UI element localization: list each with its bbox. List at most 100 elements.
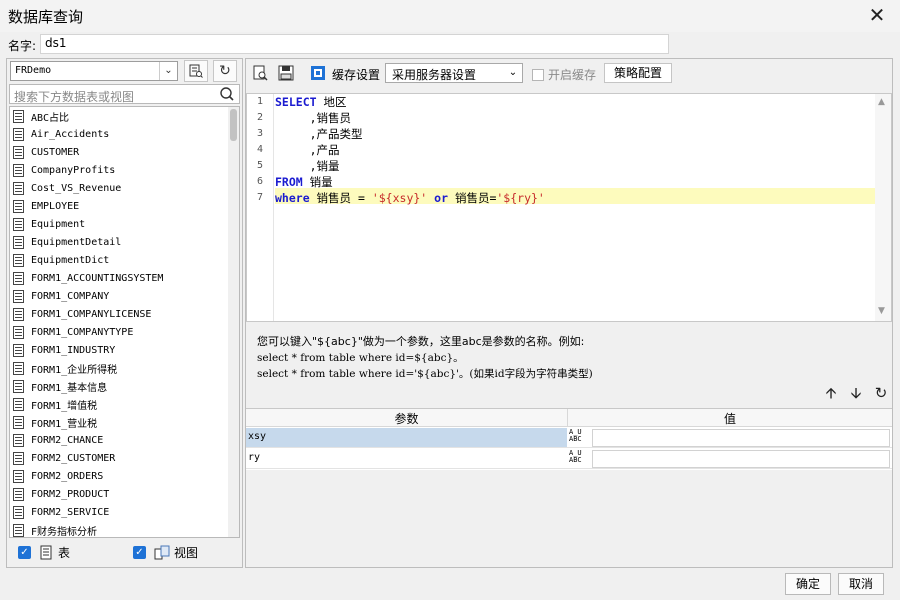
arrow-up-icon[interactable]: 🡩 (822, 384, 840, 402)
cancel-button[interactable]: 取消 (838, 573, 884, 595)
row-background (246, 428, 567, 447)
search-placeholder: 搜索下方数据表或视图 (14, 90, 135, 104)
table-list[interactable]: ABC占比 Air_Accidents CUSTOMER CompanyProfits… (9, 106, 240, 538)
parameter-row[interactable]: ry A̲U ABC (246, 449, 892, 469)
scroll-down-icon[interactable]: ▼ (878, 306, 885, 316)
list-scrollbar[interactable] (228, 107, 239, 537)
list-item[interactable]: FORM2_ORDERS (13, 467, 103, 485)
window-title: 数据库查询 (8, 8, 84, 26)
sql-editor[interactable]: 1234567 SELECT 地区 ,销售员 ,产品类型 ,产品 ,销量 FROM… (246, 93, 892, 322)
preview-icon[interactable] (252, 65, 268, 81)
table-icon (13, 433, 24, 447)
table-icon (13, 415, 24, 429)
parameter-name[interactable]: ry (248, 452, 260, 463)
sql-text: ,销售员 (275, 111, 352, 125)
arrow-down-icon[interactable]: 🡫 (847, 384, 865, 402)
show-tables-label: 表 (58, 546, 71, 560)
hint-line-2: select * from table where id=${abc}。 (257, 352, 464, 364)
table-name: FORM1_基本信息 (31, 382, 108, 394)
list-item[interactable]: CUSTOMER (13, 143, 79, 161)
list-item[interactable]: FORM1_COMPANY (13, 287, 109, 305)
list-item[interactable]: FORM1_营业税 (13, 413, 97, 431)
scroll-up-icon[interactable]: ▲ (878, 97, 885, 107)
parameter-row[interactable]: xsy A̲U ABC (246, 428, 892, 448)
title-bar: 数据库查询 ✕ (0, 0, 900, 32)
row-background (246, 449, 567, 468)
code-line: ,产品类型 (275, 126, 363, 142)
sql-toolbar: 缓存设置 采用服务器设置 ⌄ 开启缓存 策略配置 (246, 59, 892, 89)
table-browser-panel: FRDemo ⌄ ↻ 搜索下方数据表或视图 ABC占比 Air_Accidents… (6, 58, 243, 568)
table-preview-icon (189, 64, 203, 78)
list-item[interactable]: FORM1_COMPANYTYPE (13, 323, 133, 341)
list-item[interactable]: FORM1_INDUSTRY (13, 341, 115, 359)
list-item[interactable]: FORM2_SERVICE (13, 503, 109, 521)
list-item[interactable]: FORM2_PRODUCT (13, 485, 109, 503)
list-item[interactable]: FORM1_基本信息 (13, 377, 107, 395)
parameter-name[interactable]: xsy (248, 431, 266, 442)
table-name: FORM2_CUSTOMER (31, 452, 116, 464)
list-item[interactable]: FORM2_CUSTOMER (13, 449, 115, 467)
code-line: ,产品 (275, 142, 340, 158)
list-item[interactable]: ABC占比 (13, 107, 69, 125)
list-item[interactable]: Cost_VS_Revenue (13, 179, 121, 197)
list-item[interactable]: FORM1_增值税 (13, 395, 97, 413)
search-icon[interactable] (218, 86, 236, 102)
list-item[interactable]: FORM1_ACCOUNTINGSYSTEM (13, 269, 163, 287)
enable-cache-checkbox[interactable]: 开启缓存 (532, 66, 596, 83)
datasource-select[interactable]: FRDemo ⌄ (10, 61, 178, 81)
table-search-input[interactable]: 搜索下方数据表或视图 (9, 84, 240, 104)
show-views-toggle[interactable]: ✓ 视图 (133, 544, 198, 561)
checkbox-unchecked-icon[interactable] (532, 68, 544, 81)
parameter-value-input[interactable] (592, 429, 890, 447)
table-icon (13, 361, 24, 375)
line-number: 1 (256, 96, 263, 107)
sql-keyword: SELECT (275, 95, 317, 109)
list-item[interactable]: FORM1_COMPANYLICENSE (13, 305, 151, 323)
checkbox-checked-icon[interactable]: ✓ (133, 546, 146, 559)
list-item[interactable]: F财务指标分析 (13, 521, 97, 537)
list-item[interactable]: FORM1_企业所得税 (13, 359, 117, 377)
parameter-hint: 您可以键入"${abc}"做为一个参数，这里abc是参数的名称。例如: sele… (257, 334, 593, 382)
list-item[interactable]: Equipment (13, 215, 85, 233)
list-item[interactable]: CompanyProfits (13, 161, 115, 179)
editor-scrollbar[interactable]: ▲ ▼ (875, 94, 891, 321)
scrollbar-thumb[interactable] (230, 109, 237, 141)
cache-settings-select[interactable]: 采用服务器设置 ⌄ (385, 63, 523, 83)
table-icon (13, 253, 24, 267)
ok-button[interactable]: 确定 (785, 573, 831, 595)
table-name: FORM1_营业税 (31, 418, 98, 430)
parameter-table: 参数 值 xsy A̲U ABC ry A̲U ABC (246, 408, 892, 470)
name-field[interactable]: ds1 (40, 34, 669, 54)
preview-table-button[interactable] (184, 60, 208, 82)
sql-panel: 缓存设置 采用服务器设置 ⌄ 开启缓存 策略配置 1 2 3 4 5 6 7 SELECT … (245, 58, 893, 568)
type-text-icon[interactable]: A̲U ABC (568, 450, 590, 468)
table-name: Air_Accidents (31, 128, 110, 140)
sql-text: ,产品 (275, 143, 340, 157)
save-icon[interactable] (278, 65, 294, 81)
type-text-icon[interactable]: A̲U ABC (568, 429, 590, 447)
sql-text: 销量 (302, 175, 333, 189)
table-icon (13, 235, 24, 249)
sql-keyword: FROM (275, 175, 303, 189)
close-icon[interactable]: ✕ (866, 4, 888, 26)
list-item[interactable]: FORM2_CHANCE (13, 431, 103, 449)
list-item[interactable]: Air_Accidents (13, 125, 109, 143)
refresh-list-button[interactable]: ↻ (213, 60, 237, 82)
code-line: SELECT 地区 (275, 94, 346, 110)
parameter-value-input[interactable] (592, 450, 890, 468)
checkbox-checked-icon[interactable]: ✓ (18, 546, 31, 559)
table-name: EquipmentDetail (31, 236, 122, 248)
list-item[interactable]: EMPLOYEE (13, 197, 79, 215)
show-tables-toggle[interactable]: ✓ 表 (18, 544, 70, 561)
strategy-config-button[interactable]: 策略配置 (604, 63, 672, 83)
list-item[interactable]: EquipmentDict (13, 251, 109, 269)
table-name: FORM1_COMPANY (31, 290, 110, 302)
chevron-down-icon[interactable]: ⌄ (159, 62, 177, 80)
table-name: Equipment (31, 218, 86, 230)
line-number: 6 (256, 176, 263, 187)
chevron-down-icon[interactable]: ⌄ (504, 64, 522, 82)
table-name: Cost_VS_Revenue (31, 182, 122, 194)
list-item[interactable]: EquipmentDetail (13, 233, 121, 251)
table-icon (13, 163, 24, 177)
refresh-params-icon[interactable]: ↻ (872, 384, 890, 402)
